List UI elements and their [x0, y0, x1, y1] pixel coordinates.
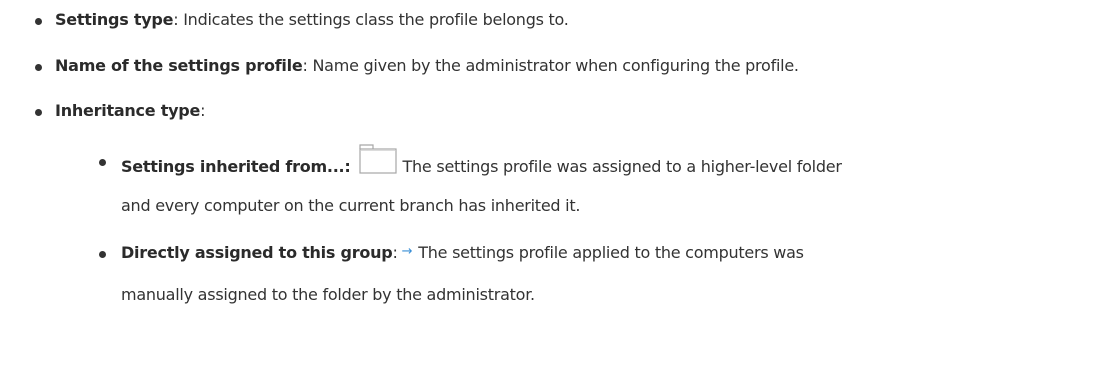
term-inheritance-type: Inheritance type [55, 101, 201, 120]
sub-bullet-dot [99, 251, 106, 258]
folder-icon [358, 144, 397, 174]
list-item-settings-type: Settings type: Indicates the settings cl… [55, 10, 569, 29]
bullet-dot [35, 109, 42, 116]
bullet-dot [35, 64, 42, 71]
term-settings-inherited: Settings inherited from...: [121, 156, 351, 176]
list-item-profile-name: Name of the settings profile: Name given… [55, 56, 799, 75]
sub-item-direct: Directly assigned to this group: → The s… [121, 243, 804, 262]
description-profile-name: : Name given by the administrator when c… [302, 56, 799, 75]
bullet-dot [35, 18, 42, 25]
sub-item-direct-continuation: manually assigned to the folder by the a… [121, 285, 535, 304]
term-settings-type: Settings type [55, 10, 174, 29]
term-directly-assigned: Directly assigned to this group [121, 243, 393, 262]
sub-item-inherited-continuation: and every computer on the current branch… [121, 196, 581, 215]
separator-colon: : [392, 243, 398, 262]
sub-item-inherited: Settings inherited from...: The settings… [121, 144, 842, 181]
term-profile-name: Name of the settings profile [55, 56, 303, 75]
description-settings-type: : Indicates the settings class the profi… [173, 10, 569, 29]
arrow-right-icon: → [401, 244, 413, 259]
sub-bullet-dot [99, 159, 106, 166]
description-settings-inherited: The settings profile was assigned to a h… [402, 156, 842, 176]
list-item-inheritance-type: Inheritance type: [55, 101, 205, 120]
description-directly-assigned: The settings profile applied to the comp… [418, 243, 804, 262]
description-inheritance-type: : [200, 101, 206, 120]
